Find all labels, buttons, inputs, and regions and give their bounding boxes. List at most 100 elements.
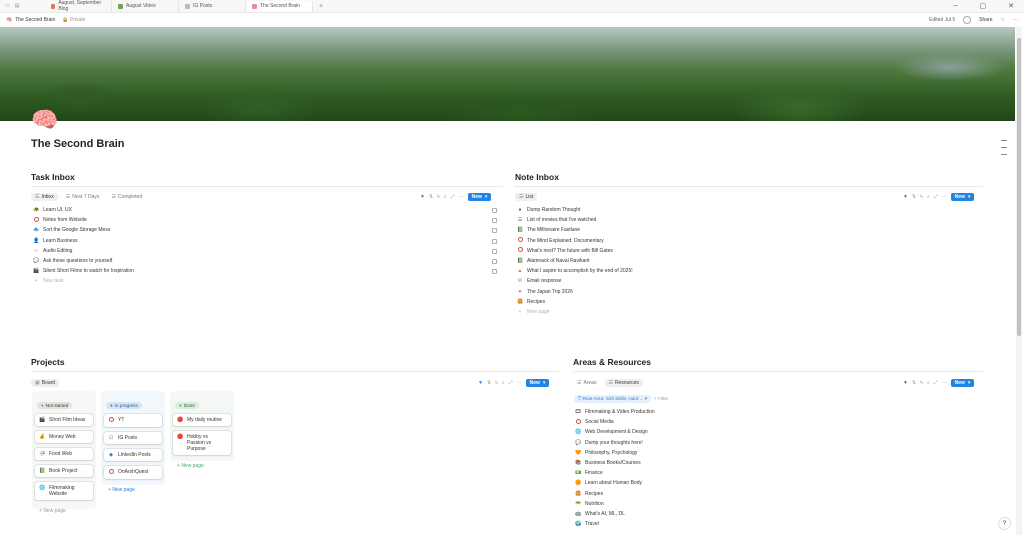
filter-icon[interactable]: ▼ bbox=[478, 380, 483, 386]
list-item[interactable]: ‹› Audio Editing bbox=[33, 246, 497, 256]
board-card[interactable]: 💰 Money Web bbox=[35, 431, 93, 443]
help-button[interactable]: ? bbox=[999, 518, 1010, 529]
list-item[interactable]: 💵 Finance bbox=[575, 468, 975, 478]
page-title[interactable]: The Second Brain bbox=[31, 138, 125, 150]
list-item[interactable]: 🐢 Learn UI, UX bbox=[33, 205, 497, 215]
tab-3[interactable]: The Second Brain bbox=[246, 0, 313, 12]
tab-1[interactable]: August Video bbox=[112, 0, 179, 12]
board-card[interactable]: 📗 Book Project bbox=[35, 465, 93, 477]
list-item[interactable]: ● Dump Random Thought bbox=[517, 205, 977, 215]
sort-icon[interactable]: ⇅ bbox=[912, 194, 916, 200]
board-card[interactable]: 🌐 Filmmaking Website bbox=[35, 482, 93, 500]
list-item[interactable]: ☰ List of movies that I've watched bbox=[517, 215, 977, 225]
list-item[interactable]: 📗 The Millionaire Fastlane bbox=[517, 225, 977, 235]
tab-2[interactable]: IG Posts bbox=[179, 0, 246, 12]
board-card[interactable]: 🔴 My daily routine bbox=[173, 414, 231, 426]
new-button[interactable]: New ▾ bbox=[950, 192, 975, 201]
expand-icon[interactable]: ⤢ bbox=[509, 380, 513, 386]
more-icon[interactable]: ··· bbox=[942, 380, 947, 386]
done-checkbox[interactable] bbox=[492, 258, 497, 264]
list-item[interactable]: 🐟 Sort the Google Storage Mess bbox=[33, 225, 497, 235]
done-checkbox[interactable] bbox=[492, 248, 497, 254]
filter-icon[interactable]: ▼ bbox=[903, 380, 908, 386]
list-item[interactable]: ▲ What I aspire to accomplish by the end … bbox=[517, 266, 977, 276]
search-icon[interactable]: ⌕ bbox=[444, 194, 447, 200]
tab-list[interactable]: ☰ List bbox=[515, 192, 538, 201]
list-item[interactable]: 🍔 Recipes bbox=[575, 489, 975, 499]
sort-icon[interactable]: ⇅ bbox=[429, 194, 433, 200]
board-card[interactable]: ◆ LinkedIn Posts bbox=[104, 449, 162, 461]
lightning-icon[interactable]: ϟ bbox=[920, 194, 923, 200]
filter-icon[interactable]: ▼ bbox=[420, 194, 425, 200]
board-card[interactable]: ⊡ IG Posts bbox=[104, 432, 162, 444]
tab-areas[interactable]: ☰ Areas bbox=[573, 379, 601, 387]
filter-icon[interactable]: ▼ bbox=[903, 194, 908, 200]
list-item[interactable]: ✦ The Japan Trip 2026 bbox=[517, 287, 977, 297]
done-checkbox[interactable] bbox=[492, 208, 497, 213]
breadcrumb[interactable]: 🧠 The Second Brain 🔒 Private bbox=[6, 17, 85, 23]
tab-next-7-days[interactable]: ☰ Next 7 Days bbox=[62, 193, 104, 201]
tab-completed[interactable]: ☰ Completed bbox=[107, 193, 146, 201]
done-checkbox[interactable] bbox=[492, 218, 497, 224]
search-icon[interactable]: ⌕ bbox=[927, 380, 930, 386]
brain-icon[interactable]: 🧠 bbox=[31, 108, 58, 132]
list-item[interactable]: 🍔 Recipes bbox=[517, 297, 977, 307]
tab-list-icon[interactable]: ▤ bbox=[15, 3, 20, 9]
tab-0[interactable]: August, September Blog bbox=[45, 0, 112, 12]
list-item[interactable]: Notes from Website bbox=[33, 215, 497, 225]
list-item[interactable]: Social Media bbox=[575, 417, 975, 427]
more-icon[interactable]: ··· bbox=[1013, 17, 1018, 23]
expand-icon[interactable]: ⤢ bbox=[934, 194, 938, 200]
new-button[interactable]: New ▾ bbox=[525, 378, 550, 387]
new-button[interactable]: New ▾ bbox=[467, 192, 492, 201]
privacy-label[interactable]: 🔒 Private bbox=[62, 17, 85, 23]
done-checkbox[interactable] bbox=[492, 238, 497, 244]
status-badge[interactable]: ● Not started bbox=[37, 402, 73, 409]
lightning-icon[interactable]: ϟ bbox=[437, 194, 440, 200]
list-item[interactable]: 🌐 Web Development & Design bbox=[575, 427, 975, 437]
list-item[interactable]: 🎞 Filmmaking & Video Production bbox=[575, 407, 975, 417]
avatar[interactable] bbox=[963, 16, 972, 24]
list-item[interactable]: 💬 Dump your thoughts here! bbox=[575, 438, 975, 448]
new-page-button[interactable]: + New page bbox=[104, 484, 162, 496]
done-checkbox[interactable] bbox=[492, 269, 497, 275]
board-card[interactable]: YT bbox=[104, 414, 162, 427]
list-item[interactable]: ✉ Email response bbox=[517, 276, 977, 286]
tab-resources[interactable]: ☰ Resources bbox=[604, 378, 643, 387]
list-item[interactable]: 🧡 Philosophy, Psychology bbox=[575, 448, 975, 458]
board-card[interactable]: 🎬 Short Film Ideas bbox=[35, 414, 93, 426]
list-item[interactable]: 🌍 Travel bbox=[575, 519, 975, 529]
close-icon[interactable]: ✕ bbox=[1008, 2, 1014, 10]
expand-icon[interactable]: ⤢ bbox=[451, 194, 455, 200]
list-item[interactable]: 🎬 Silent Short Films to watch for Inspira… bbox=[33, 266, 497, 276]
search-icon[interactable]: ⌕ bbox=[927, 194, 930, 200]
list-item[interactable]: 📚 Business Books/Courses bbox=[575, 458, 975, 468]
sort-icon[interactable]: ⇅ bbox=[487, 380, 491, 386]
outline-markers[interactable] bbox=[1001, 140, 1007, 161]
tab-board[interactable]: ▦ Board bbox=[31, 378, 60, 387]
new-page-button[interactable]: + New page bbox=[173, 460, 231, 472]
status-badge[interactable]: ● Done bbox=[175, 402, 199, 409]
board-card[interactable]: OnArshQuest bbox=[104, 466, 162, 479]
lightning-icon[interactable]: ϟ bbox=[920, 380, 923, 386]
maximize-icon[interactable]: ▢ bbox=[980, 2, 987, 10]
note-inbox-title[interactable]: Note Inbox bbox=[515, 172, 559, 182]
list-item[interactable]: 🟠 Learn about Human Body bbox=[575, 478, 975, 488]
new-button[interactable]: New ▾ bbox=[950, 378, 975, 387]
scrollbar-thumb[interactable] bbox=[1017, 38, 1021, 336]
minimize-icon[interactable]: – bbox=[954, 2, 958, 10]
sidebar-toggle-icon[interactable]: ▭ bbox=[5, 3, 10, 9]
filter-chip[interactable]: ⛉ Root Area: Soft Skills, Hard ... ▾ bbox=[574, 395, 652, 403]
sort-icon[interactable]: ⇅ bbox=[912, 380, 916, 386]
board-card[interactable]: 🔴 Hobby vs Passion vs Purpose bbox=[173, 431, 231, 455]
task-inbox-title[interactable]: Task Inbox bbox=[31, 172, 75, 182]
list-item[interactable]: 💬 Ask these questions to yourself bbox=[33, 256, 497, 266]
more-icon[interactable]: ··· bbox=[517, 380, 522, 386]
list-item[interactable]: 🥗 Nutrition bbox=[575, 499, 975, 509]
list-item[interactable]: 📗 Alamnack of Naval Ravikant bbox=[517, 256, 977, 266]
list-item[interactable]: 🤖 What's AI, ML, DL bbox=[575, 509, 975, 519]
new-tab-button[interactable]: + bbox=[313, 3, 323, 10]
lightning-icon[interactable]: ϟ bbox=[495, 380, 498, 386]
expand-icon[interactable]: ⤢ bbox=[934, 380, 938, 386]
more-icon[interactable]: ··· bbox=[459, 194, 464, 200]
